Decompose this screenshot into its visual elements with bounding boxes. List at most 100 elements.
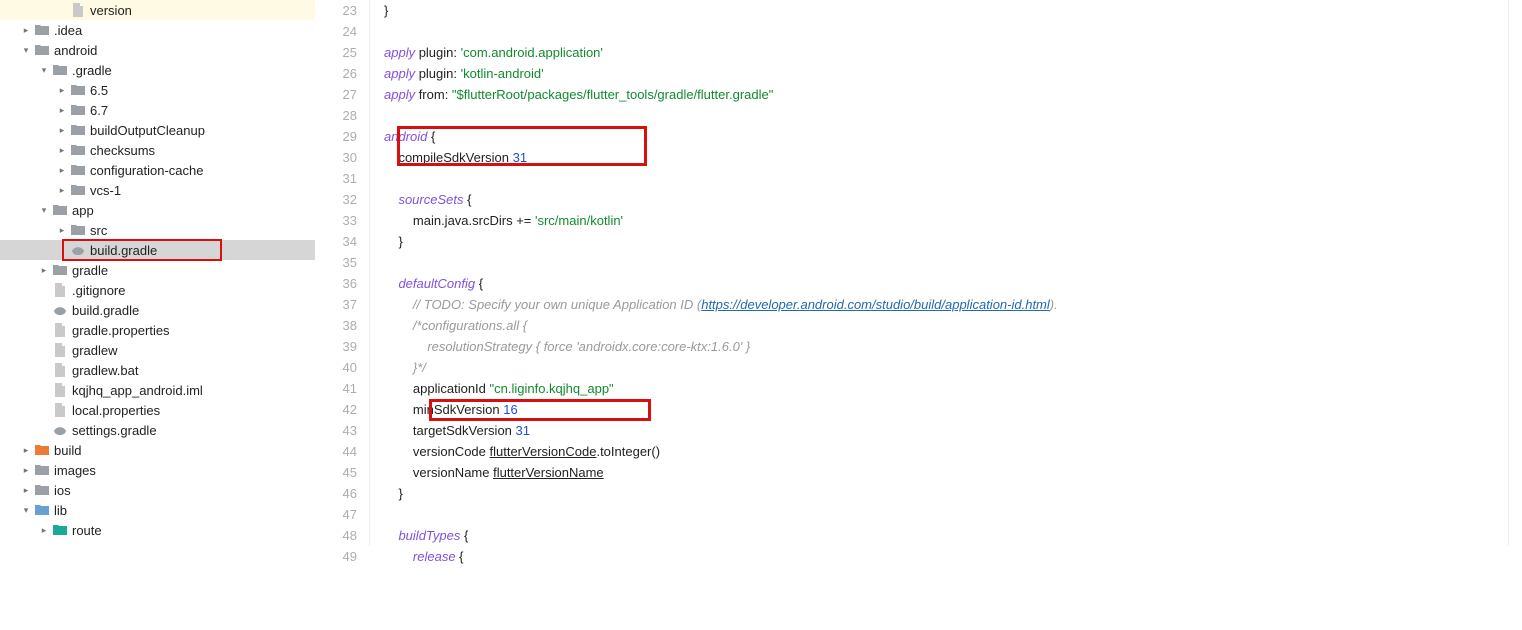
gradle-icon xyxy=(52,422,68,438)
tree-item-label: 6.7 xyxy=(90,103,108,118)
chevron-icon[interactable]: ▸ xyxy=(54,125,70,136)
tree-item-label: settings.gradle xyxy=(72,423,157,438)
tree-item[interactable]: gradle.properties xyxy=(0,320,315,340)
code-line[interactable]: compileSdkVersion 31 xyxy=(384,147,1508,168)
code-line[interactable]: versionName flutterVersionName xyxy=(384,462,1508,483)
line-number: 41 xyxy=(315,378,357,399)
tree-item[interactable]: ▸configuration-cache xyxy=(0,160,315,180)
chevron-icon[interactable]: ▸ xyxy=(54,105,70,116)
tree-item[interactable]: ▸ gradle xyxy=(0,260,315,280)
code-line[interactable]: }*/ xyxy=(384,357,1508,378)
code-line[interactable]: android { xyxy=(384,126,1508,147)
tree-item[interactable]: .gitignore xyxy=(0,280,315,300)
code-line[interactable]: versionCode flutterVersionCode.toInteger… xyxy=(384,441,1508,462)
code-line[interactable]: minSdkVersion 16 xyxy=(384,399,1508,420)
line-number: 42 xyxy=(315,399,357,420)
chevron-icon[interactable]: ▾ xyxy=(18,45,34,56)
chevron-icon[interactable]: ▸ xyxy=(36,265,52,276)
tree-item-label: configuration-cache xyxy=(90,163,203,178)
chevron-icon[interactable]: ▸ xyxy=(18,465,34,476)
chevron-icon[interactable]: ▾ xyxy=(18,505,34,516)
line-number: 46 xyxy=(315,483,357,504)
chevron-icon[interactable]: ▾ xyxy=(36,205,52,216)
line-number: 34 xyxy=(315,231,357,252)
code-line[interactable] xyxy=(384,252,1508,273)
code-line[interactable] xyxy=(384,168,1508,189)
chevron-icon[interactable]: ▸ xyxy=(18,25,34,36)
tree-item-label: .gitignore xyxy=(72,283,125,298)
line-number: 32 xyxy=(315,189,357,210)
code-line[interactable]: resolutionStrategy { force 'androidx.cor… xyxy=(384,336,1508,357)
line-number-gutter: 2324252627282930313233343536373839404142… xyxy=(315,0,370,546)
line-number: 45 xyxy=(315,462,357,483)
chevron-icon[interactable]: ▸ xyxy=(18,485,34,496)
folder-icon xyxy=(52,522,68,538)
code-line[interactable]: /*configurations.all { xyxy=(384,315,1508,336)
code-line[interactable]: apply plugin: 'com.android.application' xyxy=(384,42,1508,63)
tree-item[interactable]: ▾android xyxy=(0,40,315,60)
code-line[interactable]: defaultConfig { xyxy=(384,273,1508,294)
line-number: 48 xyxy=(315,525,357,546)
project-tree[interactable]: version▸.idea▾android▾.gradle▸6.5▸6.7▸bu… xyxy=(0,0,315,546)
code-line[interactable]: applicationId "cn.liginfo.kqjhq_app" xyxy=(384,378,1508,399)
code-line[interactable]: release { xyxy=(384,546,1508,567)
tree-item-label: gradle xyxy=(72,263,108,278)
code-line[interactable] xyxy=(384,504,1508,525)
tree-item-label: buildOutputCleanup xyxy=(90,123,205,138)
code-line[interactable]: buildTypes { xyxy=(384,525,1508,546)
tree-item-label: kqjhq_app_android.iml xyxy=(72,383,203,398)
chevron-icon[interactable]: ▸ xyxy=(36,525,52,536)
tree-item-label: gradlew.bat xyxy=(72,363,139,378)
code-editor[interactable]: } apply plugin: 'com.android.application… xyxy=(370,0,1508,546)
code-line[interactable]: targetSdkVersion 31 xyxy=(384,420,1508,441)
code-line[interactable]: } xyxy=(384,483,1508,504)
tree-item-label: version xyxy=(90,3,132,18)
tree-item-label: route xyxy=(72,523,102,538)
code-line[interactable]: // TODO: Specify your own unique Applica… xyxy=(384,294,1508,315)
line-number: 40 xyxy=(315,357,357,378)
code-line[interactable]: apply from: "$flutterRoot/packages/flutt… xyxy=(384,84,1508,105)
folder-icon xyxy=(52,62,68,78)
chevron-icon[interactable]: ▸ xyxy=(18,445,34,456)
code-line[interactable]: apply plugin: 'kotlin-android' xyxy=(384,63,1508,84)
line-number: 37 xyxy=(315,294,357,315)
editor-marker-strip xyxy=(1508,0,1522,546)
tree-item[interactable]: build.gradle xyxy=(0,300,315,320)
tree-item-label: gradle.properties xyxy=(72,323,170,338)
line-number: 25 xyxy=(315,42,357,63)
line-number: 24 xyxy=(315,21,357,42)
tree-item-label: build.gradle xyxy=(72,303,139,318)
chevron-icon[interactable]: ▾ xyxy=(36,65,52,76)
code-line[interactable] xyxy=(384,105,1508,126)
folder-icon xyxy=(34,502,50,518)
line-number: 30 xyxy=(315,147,357,168)
tree-item-label: local.properties xyxy=(72,403,160,418)
line-number: 29 xyxy=(315,126,357,147)
line-number: 38 xyxy=(315,315,357,336)
code-line[interactable]: } xyxy=(384,0,1508,21)
line-number: 39 xyxy=(315,336,357,357)
tree-item-label: vcs-1 xyxy=(90,183,121,198)
tree-item[interactable]: ▸src xyxy=(0,220,315,240)
gradle-icon xyxy=(70,242,86,258)
code-line[interactable]: sourceSets { xyxy=(384,189,1508,210)
folder-icon xyxy=(34,42,50,58)
line-number: 47 xyxy=(315,504,357,525)
tree-item[interactable]: ▸checksums xyxy=(0,140,315,160)
tree-item-label: 6.5 xyxy=(90,83,108,98)
code-line[interactable]: } xyxy=(384,231,1508,252)
tree-item[interactable]: ▾app xyxy=(0,200,315,220)
code-line[interactable]: main.java.srcDirs += 'src/main/kotlin' xyxy=(384,210,1508,231)
tree-item[interactable]: ▸vcs-1 xyxy=(0,180,315,200)
line-number: 31 xyxy=(315,168,357,189)
line-number: 36 xyxy=(315,273,357,294)
code-line[interactable] xyxy=(384,21,1508,42)
line-number: 44 xyxy=(315,441,357,462)
tree-item[interactable]: build.gradle xyxy=(0,240,315,260)
line-number: 23 xyxy=(315,0,357,21)
tree-item[interactable]: gradlew xyxy=(0,340,315,360)
chevron-icon[interactable]: ▸ xyxy=(54,85,70,96)
line-number: 33 xyxy=(315,210,357,231)
tree-item[interactable]: ▾lib xyxy=(0,500,315,520)
line-number: 26 xyxy=(315,63,357,84)
